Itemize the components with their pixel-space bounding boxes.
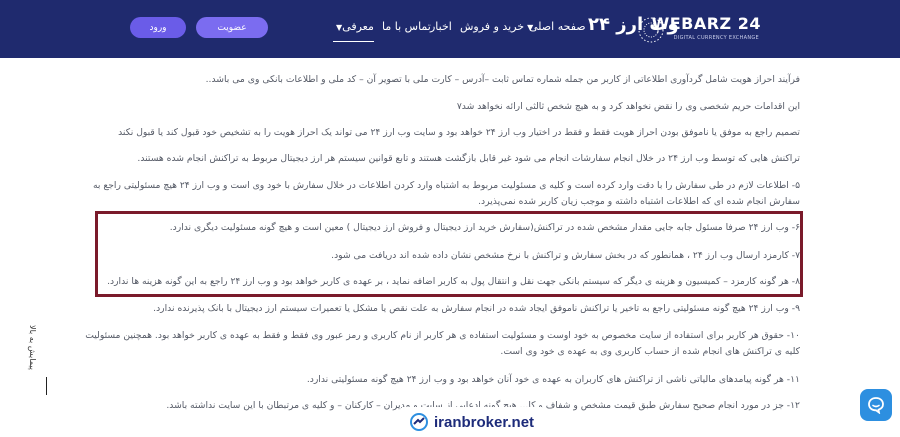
nav-intro[interactable]: ▼معرفی — [333, 20, 374, 42]
nav-home-label: صفحه اصلی — [529, 20, 586, 33]
watermark: iranbroker.net — [402, 407, 543, 437]
paragraph: تصمیم راجع به موفق یا ناموفق بودن احراز … — [118, 127, 800, 138]
paragraph: فرآیند احراز هویت شامل گردآوری اطلاعاتی … — [205, 74, 800, 85]
scroll-line — [46, 377, 47, 395]
nav-contact[interactable]: تماس با ما — [382, 20, 431, 33]
nav-buy-sell[interactable]: خرید و فروش ▼ — [460, 20, 533, 33]
watermark-logo-icon — [410, 413, 428, 431]
login-button[interactable]: ورود — [130, 17, 186, 38]
nav-news[interactable]: اخبار — [430, 20, 452, 33]
paragraph: این اقدامات حریم شخصی وی را نقض نخواهد ک… — [456, 101, 800, 112]
paragraph: ۱۰- حقوق هر کاربر برای استفاده از سایت م… — [85, 330, 800, 357]
scroll-to-top-label[interactable]: پیمایش به بالا — [28, 325, 37, 370]
nav-news-label: اخبار — [430, 20, 452, 33]
nav-home[interactable]: صفحه اصلی — [529, 20, 586, 33]
chevron-down-icon: ▼ — [527, 23, 534, 32]
chat-button[interactable] — [860, 389, 892, 421]
logo-subtext: DIGITAL CURRENCY EXCHANGE — [673, 35, 759, 41]
chat-icon — [868, 397, 884, 414]
watermark-text: iranbroker.net — [434, 413, 535, 431]
highlight-frame — [95, 211, 803, 297]
site-header: WEBARZ 24 DIGITAL CURRENCY EXCHANGE وب ا… — [0, 0, 900, 58]
paragraph: ۹- وب ارز ۲۴ هیچ گونه مسئولیتی راجع به ت… — [153, 303, 800, 314]
brand-name: وب ارز ۲۴ — [588, 14, 679, 35]
register-button[interactable]: عضویت — [196, 17, 268, 38]
nav-contact-label: تماس با ما — [382, 20, 431, 33]
paragraph: ۵- اطلاعات لازم در طی سفارش را با دقت وا… — [92, 180, 800, 207]
nav-intro-label: معرفی — [342, 20, 374, 33]
paragraph: ۱۱- هر گونه پیامدهای مالیاتی ناشی از ترا… — [306, 374, 800, 385]
paragraph: تراکنش هایی که توسط وب ارز ۲۴ در خلال ان… — [137, 153, 800, 164]
nav-buy-sell-label: خرید و فروش — [460, 20, 525, 33]
